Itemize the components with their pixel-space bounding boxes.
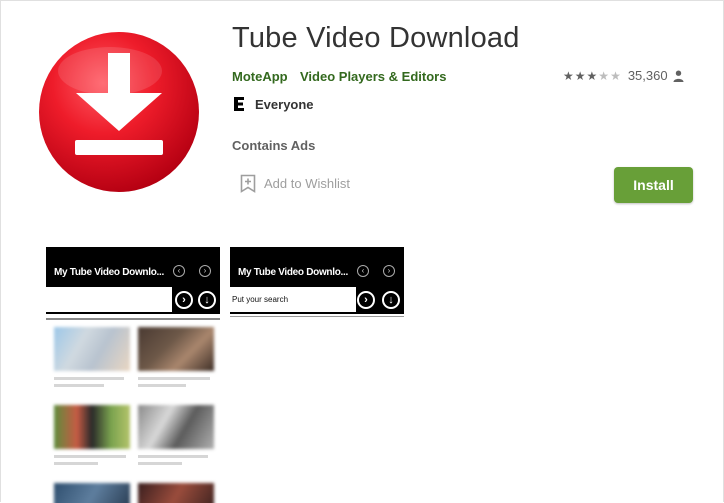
video-caption [54,462,98,465]
video-caption [138,455,208,458]
prev-arrow-icon: ‹ [173,265,185,277]
video-thumbnail [138,405,214,449]
search-field: Put your search [230,287,356,313]
person-icon [673,70,684,82]
app-header: My Tube Video Downlo... ‹ › [230,247,404,287]
video-caption [138,384,186,387]
go-arrow-icon: › [357,291,375,309]
content-rating: Everyone [255,97,314,112]
video-thumbnail [138,483,214,503]
esrb-everyone-icon [232,96,246,112]
video-caption [54,384,104,387]
prev-arrow-icon: ‹ [357,265,369,277]
add-to-wishlist-button[interactable]: Add to Wishlist [240,174,350,193]
video-thumbnail [138,327,214,371]
divider [46,318,220,320]
download-arrow-icon: ↓ [382,291,400,309]
app-title: Tube Video Download [232,22,520,54]
rating-summary: ★ ★ ★ ★ ★ 35,360 [563,68,684,83]
star-filled-icon: ★ [586,68,598,83]
app-header-title: My Tube Video Downlo... [238,267,348,278]
divider [230,316,404,317]
star-filled-icon: ★ [563,68,574,83]
star-empty-icon: ★ [598,68,610,83]
download-arrow-icon: ↓ [198,291,216,309]
video-caption [54,455,126,458]
wishlist-label: Add to Wishlist [264,176,350,191]
contains-ads-label: Contains Ads [232,138,316,153]
app-header: My Tube Video Downlo... ‹ › [46,247,220,287]
search-field [46,287,172,313]
app-header-title: My Tube Video Downlo... [54,267,164,278]
video-thumbnail [54,405,130,449]
video-thumbnail [54,483,130,503]
search-bar: Put your search › ↓ [230,287,404,314]
star-filled-icon: ★ [574,68,586,83]
bookmark-add-icon [240,174,256,193]
developer-link[interactable]: MoteApp [232,69,288,84]
search-bar: › ↓ [46,287,220,314]
video-thumbnail [54,327,130,371]
video-caption [138,377,210,380]
category-link[interactable]: Video Players & Editors [300,69,446,84]
next-arrow-icon: › [383,265,395,277]
video-caption [54,377,124,380]
next-arrow-icon: › [199,265,211,277]
go-arrow-icon: › [175,291,193,309]
app-logo-download-icon [39,32,199,192]
star-empty-icon: ★ [610,68,621,83]
screenshot-1[interactable]: My Tube Video Downlo... ‹ › › ↓ [46,247,220,503]
install-button[interactable]: Install [614,167,693,203]
screenshot-2[interactable]: My Tube Video Downlo... ‹ › Put your sea… [230,247,404,322]
rating-count: 35,360 [627,68,668,83]
video-caption [138,462,182,465]
